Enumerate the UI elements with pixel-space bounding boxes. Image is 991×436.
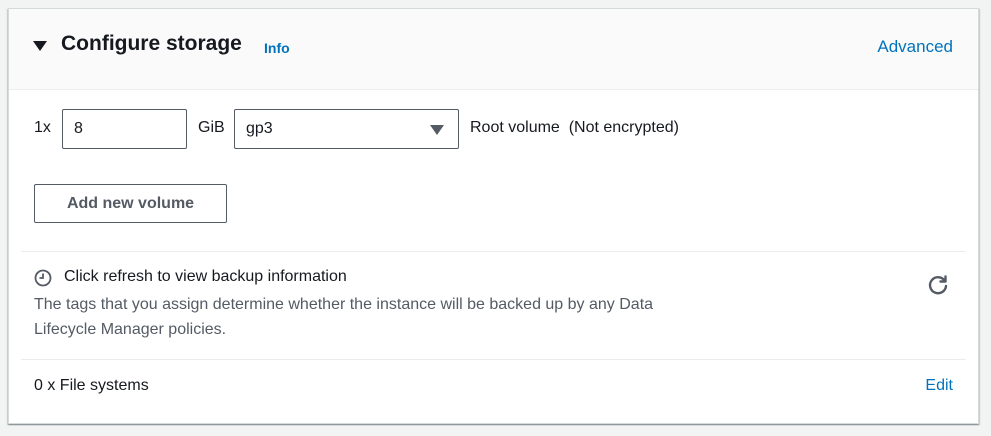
volume-count-label: 1x xyxy=(34,119,51,136)
caret-down-icon[interactable] xyxy=(33,41,47,51)
clock-icon xyxy=(34,269,52,287)
volume-size-input[interactable] xyxy=(62,109,187,149)
configure-storage-panel: Configure storage Info Advanced 1x GiB g… xyxy=(8,8,979,424)
divider xyxy=(21,251,966,252)
advanced-link[interactable]: Advanced xyxy=(877,37,953,57)
volume-type-value: gp3 xyxy=(246,120,273,137)
refresh-icon[interactable] xyxy=(927,274,949,296)
backup-info-title: Click refresh to view backup information xyxy=(64,268,347,285)
add-new-volume-button[interactable]: Add new volume xyxy=(34,184,227,223)
volume-unit-label: GiB xyxy=(198,119,225,136)
divider xyxy=(21,359,966,360)
root-volume-label: Root volume (Not encrypted) xyxy=(470,119,679,136)
panel-header: Configure storage Info Advanced xyxy=(9,9,978,90)
backup-info-description: The tags that you assign determine wheth… xyxy=(34,296,654,338)
info-link[interactable]: Info xyxy=(264,40,290,56)
section-title[interactable]: Configure storage xyxy=(61,32,242,56)
file-systems-label: 0 x File systems xyxy=(34,377,149,394)
chevron-down-icon xyxy=(430,125,444,135)
file-systems-edit-link[interactable]: Edit xyxy=(925,377,953,395)
volume-type-select[interactable]: gp3 xyxy=(234,109,459,149)
